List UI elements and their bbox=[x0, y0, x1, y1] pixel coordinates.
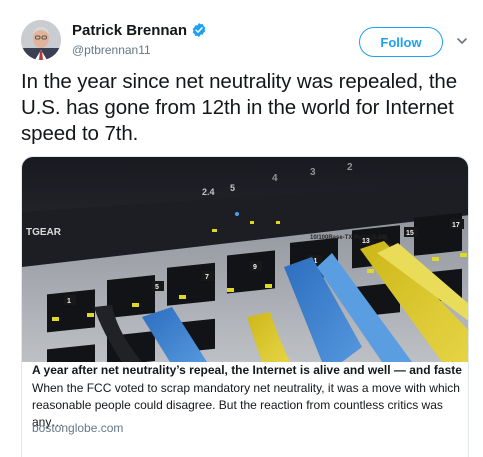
link-card[interactable]: TGEAR 2.4 5 10/100Base-TX Ports (1-24) M… bbox=[21, 156, 469, 457]
avatar-photo bbox=[21, 20, 61, 60]
follow-button[interactable]: Follow bbox=[359, 27, 443, 57]
avatar[interactable] bbox=[21, 20, 61, 60]
handle[interactable]: @ptbrennan11 bbox=[72, 43, 151, 57]
card-image: TGEAR 2.4 5 10/100Base-TX Ports (1-24) M… bbox=[22, 157, 468, 362]
card-title[interactable]: A year after net neutrality’s repeal, th… bbox=[32, 363, 462, 377]
tweet-text: In the year since net neutrality was rep… bbox=[21, 70, 458, 145]
card-body: A year after net neutrality’s repeal, th… bbox=[22, 363, 468, 457]
card-domain[interactable]: bostonglobe.com bbox=[32, 421, 123, 435]
chevron-down-icon[interactable] bbox=[456, 35, 468, 47]
verified-badge-icon bbox=[192, 23, 206, 37]
tweet-header: Patrick Brennan @ptbrennan11 Follow bbox=[0, 0, 483, 66]
display-name-text: Patrick Brennan bbox=[72, 22, 188, 39]
display-name[interactable]: Patrick Brennan bbox=[72, 22, 207, 39]
